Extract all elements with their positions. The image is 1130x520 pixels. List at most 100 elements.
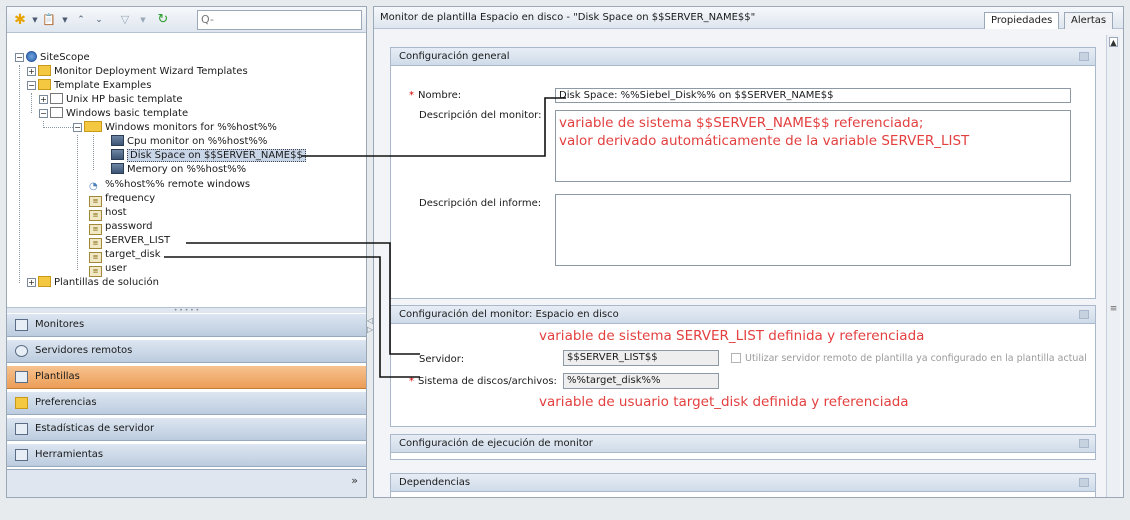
section-header[interactable]: Configuración general [391,48,1095,66]
collapse-icon[interactable]: − [73,123,82,132]
tab-propiedades[interactable]: Propiedades [984,12,1060,29]
monitor-icon [111,149,124,160]
tree-node-unix-template[interactable]: + Unix HP basic template [39,93,183,107]
section-monitor-settings: Configuración del monitor: Espacio en di… [390,305,1096,427]
template-icon [50,107,63,118]
collapse-icon[interactable]: − [27,81,36,90]
tree-node-label: %%host%% remote windows [105,179,251,190]
nav-preferencias[interactable]: Preferencias [7,391,366,415]
section-title: Dependencias [399,477,471,488]
monitor-icon [111,163,124,174]
collapse-section-icon[interactable] [1079,52,1089,61]
tree-node-server-list[interactable]: ≡ SERVER_LIST [89,234,171,249]
tree-node-memory[interactable]: Memory on %%host%% [111,163,246,177]
panel-header: Monitor de plantilla Espacio en disco - … [374,7,1123,29]
tree-node-frequency[interactable]: ≡ frequency [89,192,155,207]
section-header[interactable]: Configuración del monitor: Espacio en di… [391,306,1095,324]
annotation-server-list-derived: valor derivado automáticamente de la var… [559,133,970,149]
report-description-field[interactable] [555,194,1071,266]
globe-icon [26,51,37,62]
template-icon [15,371,28,383]
tree-guide [93,135,94,170]
expand-icon[interactable]: + [39,95,48,104]
nav-monitores[interactable]: Monitores [7,313,366,337]
nav-label: Monitores [35,319,85,330]
name-field[interactable]: Disk Space: %%Siebel_Disk%% on $$SERVER_… [555,88,1071,103]
server-label: Servidor: [419,354,465,365]
expand-all-icon[interactable]: ⌃ [73,12,89,28]
annotation-server-name: variable de sistema $$SERVER_NAME$$ refe… [559,115,924,131]
disk-field[interactable]: %%target_disk%% [563,373,719,389]
collapse-all-icon[interactable]: ⌄ [91,12,107,28]
use-template-server-checkbox[interactable] [731,353,741,363]
search-input[interactable]: Q- [197,10,362,30]
section-general: Configuración general * Nombre: Disk Spac… [390,47,1096,299]
monitor-icon [15,319,28,331]
scroll-grip-icon[interactable]: ≡ [1108,304,1119,316]
tree-node-template-examples[interactable]: − Template Examples [27,79,151,93]
stats-icon [15,423,28,435]
section-dependencies: Dependencias [390,473,1096,497]
report-description-label: Descripción del informe: [419,198,542,209]
section-run-settings: Configuración de ejecución de monitor [390,434,1096,460]
collapse-section-icon[interactable] [1079,478,1089,487]
chevron-double-down-icon[interactable]: » [351,474,358,487]
tab-alertas[interactable]: Alertas [1064,12,1114,29]
vertical-scrollbar[interactable]: ▲ ≡ [1106,35,1120,497]
filter-dropdown-icon[interactable]: ▼ [135,12,151,28]
tree-node-windows-monitors[interactable]: − Windows monitors for %%host%% [73,121,277,135]
section-title: Configuración del monitor: Espacio en di… [399,309,619,320]
remote-server-icon: ◔ [89,181,98,192]
folder-icon [38,79,51,90]
new-icon[interactable]: ✱ [12,12,28,28]
tree-node-disk-space[interactable]: Disk Space on $$SERVER_NAME$$ [111,149,306,163]
collapse-icon[interactable]: − [39,109,48,118]
tree-node-remote-windows[interactable]: ◔ %%host%% remote windows [89,178,250,192]
right-panel: Monitor de plantilla Espacio en disco - … [373,6,1124,498]
nav-herramientas[interactable]: Herramientas [7,443,366,467]
left-panel: ✱ ▼ 📋 ▼ ⌃ ⌄ ▽ ▼ ↻ Q- − SiteScope + Monitor… [6,6,367,498]
nav-label: Herramientas [35,449,104,460]
filter-icon[interactable]: ▽ [117,12,133,28]
tree-node-label: Plantillas de solución [54,277,159,288]
annotation-server-list: variable de sistema SERVER_LIST definida… [539,328,925,344]
tree-node-windows-template[interactable]: − Windows basic template [39,107,188,121]
collapse-section-icon[interactable] [1079,439,1089,448]
collapse-section-icon[interactable] [1079,310,1089,319]
nav-label: Plantillas [35,371,80,382]
server-field[interactable]: $$SERVER_LIST$$ [563,350,719,366]
tree-node-sitescope[interactable]: − SiteScope [15,51,90,65]
remote-server-icon [15,345,28,357]
tree-node-target-disk[interactable]: ≡ target_disk [89,248,161,263]
folder-icon [38,276,51,287]
tree-node-password[interactable]: ≡ password [89,220,152,235]
scroll-up-icon[interactable]: ▲ [1109,37,1118,47]
refresh-icon[interactable]: ↻ [155,12,171,28]
expand-icon[interactable]: + [27,278,36,287]
tree-guide [77,135,78,270]
nav-plantillas[interactable]: Plantillas [7,365,366,389]
nav-label: Servidores remotos [35,345,133,356]
tree-node-label: Cpu monitor on %%host%% [127,136,268,147]
section-header[interactable]: Dependencias [391,474,1095,492]
tree-node-cpu-monitor[interactable]: Cpu monitor on %%host%% [111,135,267,149]
collapse-icon[interactable]: − [15,53,24,62]
nav-servidores-remotos[interactable]: Servidores remotos [7,339,366,363]
disk-label: * Sistema de discos/archivos: [409,376,557,387]
expand-icon[interactable]: + [27,67,36,76]
nav-estadisticas[interactable]: Estadísticas de servidor [7,417,366,441]
nav-more[interactable]: » [7,469,366,497]
tree-node-solution-templates[interactable]: + Plantillas de solución [27,276,159,290]
clipboard-dropdown-icon[interactable]: ▼ [57,12,73,28]
folder-icon [15,397,28,409]
monitor-icon [111,135,124,146]
bottom-strip [0,500,1130,520]
tree-node-label: SERVER_LIST [105,235,171,246]
tree-node-label: Template Examples [54,80,152,91]
tree-node-deployment[interactable]: + Monitor Deployment Wizard Templates [27,65,248,79]
clipboard-icon[interactable]: 📋 [41,12,57,28]
label-text: Sistema de discos/archivos: [418,376,557,387]
section-header[interactable]: Configuración de ejecución de monitor [391,435,1095,453]
tree-node-user[interactable]: ≡ user [89,262,127,277]
tree-node-host[interactable]: ≡ host [89,206,127,221]
